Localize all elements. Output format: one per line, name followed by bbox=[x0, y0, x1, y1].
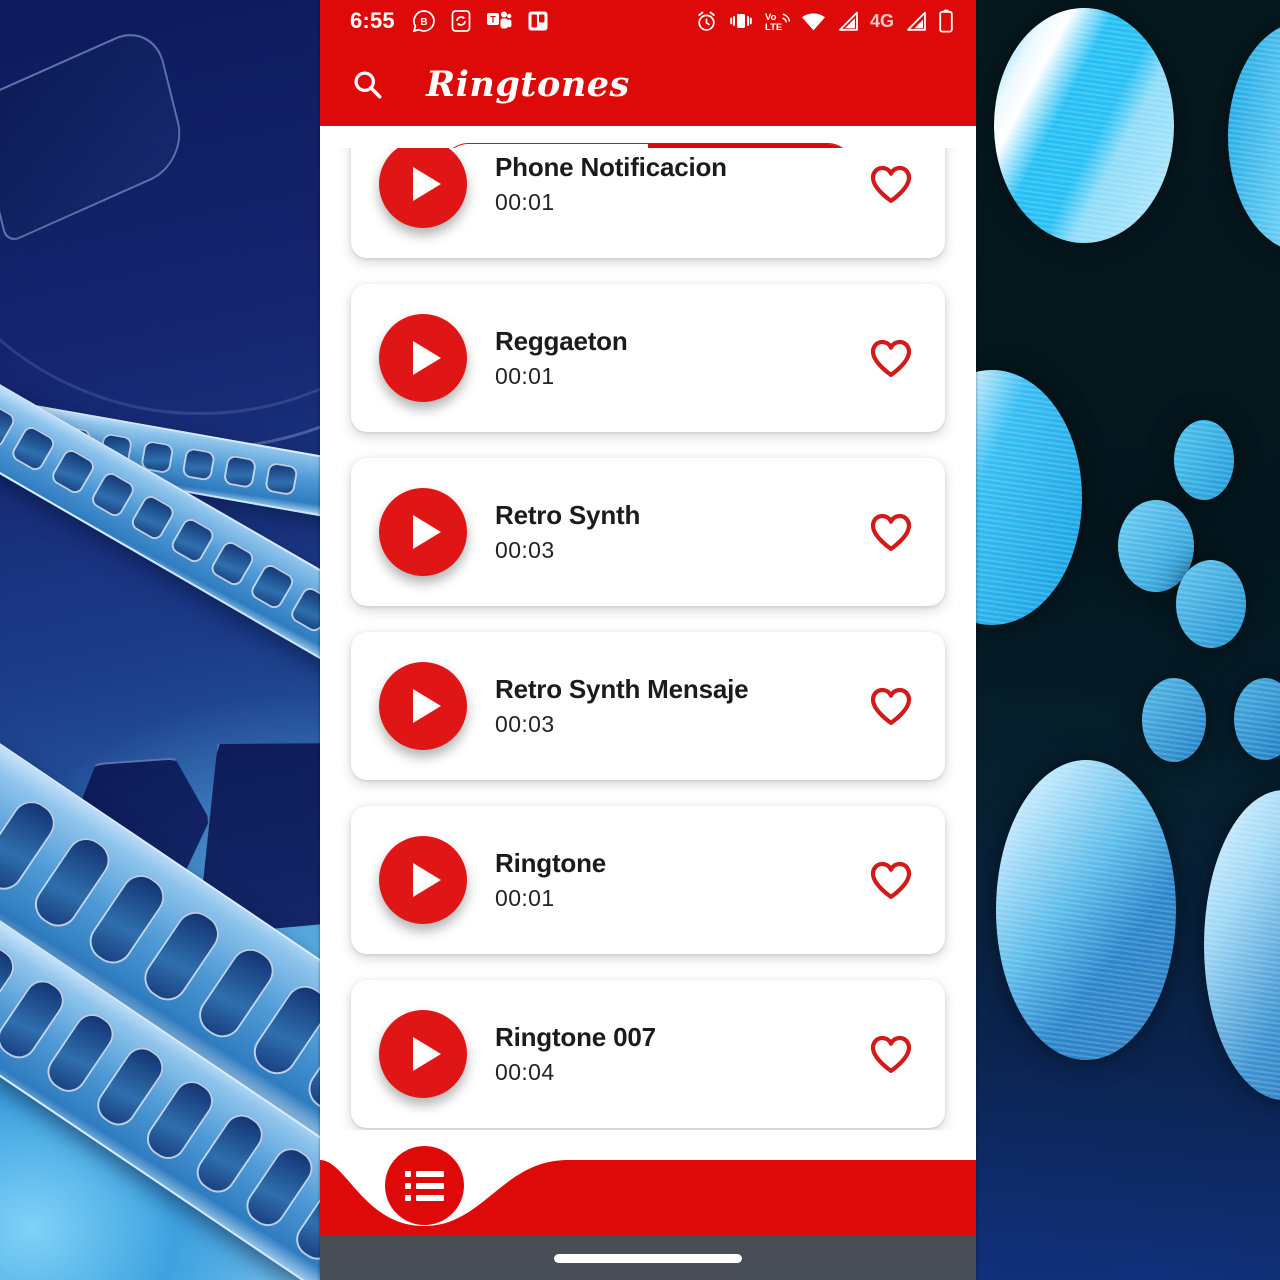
volte-icon: Vo LTE bbox=[765, 12, 790, 33]
wallpaper-ellipse bbox=[994, 8, 1174, 243]
ringtone-duration: 00:01 bbox=[495, 884, 555, 911]
play-button[interactable] bbox=[379, 148, 467, 228]
wallpaper-ellipse bbox=[1228, 22, 1280, 252]
ringtone-info: Reggaeton 00:01 bbox=[495, 326, 867, 390]
play-button[interactable] bbox=[379, 662, 467, 750]
wallpaper-ellipse bbox=[1234, 678, 1280, 760]
system-navigation-bar bbox=[320, 1236, 976, 1280]
alarm-icon bbox=[698, 11, 715, 31]
wallpaper-ellipse bbox=[1204, 790, 1280, 1100]
wallpaper-right bbox=[976, 0, 1280, 1280]
wallpaper-left bbox=[0, 0, 320, 1280]
svg-text:T: T bbox=[490, 14, 496, 24]
ringtone-card[interactable]: Retro Synth 00:03 bbox=[351, 458, 945, 606]
ringtone-card[interactable]: Retro Synth Mensaje 00:03 bbox=[351, 632, 945, 780]
ringtone-info: Phone Notificacion 00:01 bbox=[495, 152, 867, 216]
favorite-heart-icon[interactable] bbox=[867, 1032, 915, 1076]
status-bar-notification-icons: B T bbox=[412, 9, 550, 33]
list-icon bbox=[405, 1170, 444, 1201]
favorites-nav-icon[interactable] bbox=[320, 1130, 364, 1170]
favorite-heart-icon[interactable] bbox=[867, 684, 915, 728]
trello-icon bbox=[528, 11, 548, 31]
status-bar-clock: 6:55 bbox=[350, 8, 395, 33]
ringtone-duration: 00:03 bbox=[495, 710, 555, 737]
favorite-heart-icon[interactable] bbox=[867, 336, 915, 380]
wallpaper-ellipse bbox=[1142, 678, 1206, 762]
phone-screen: 6:55 B T Vo LTE 4G Ringtones Phone Notif… bbox=[320, 0, 976, 1280]
ringtone-title: Phone Notificacion bbox=[495, 152, 727, 183]
ringtone-duration: 00:04 bbox=[495, 1058, 555, 1085]
list-menu-fab[interactable] bbox=[385, 1146, 464, 1225]
ringtone-title: Retro Synth bbox=[495, 500, 641, 531]
wallpaper-ellipse bbox=[976, 370, 1082, 625]
ringtone-card[interactable]: Ringtone 00:01 bbox=[351, 806, 945, 954]
search-icon[interactable] bbox=[350, 67, 384, 101]
vibrate-icon bbox=[730, 14, 752, 28]
play-button[interactable] bbox=[379, 314, 467, 402]
wallpaper-ellipse bbox=[1176, 560, 1246, 648]
whatsapp-business-icon: B bbox=[412, 10, 435, 33]
wallpaper-ellipse bbox=[1174, 420, 1234, 500]
4g-icon: 4G bbox=[869, 10, 894, 31]
ringtone-duration: 00:01 bbox=[495, 188, 555, 215]
svg-text:LTE: LTE bbox=[765, 22, 782, 33]
phone-sync-icon bbox=[451, 10, 471, 32]
ringtone-title: Reggaeton bbox=[495, 326, 628, 357]
ringtone-duration: 00:01 bbox=[495, 362, 555, 389]
ringtone-title: Ringtone bbox=[495, 848, 607, 879]
ringtone-list[interactable]: Phone Notificacion 00:01 Reggaeton 00:01 Ret… bbox=[320, 148, 976, 1130]
home-indicator-pill[interactable] bbox=[554, 1253, 742, 1263]
status-bar: 6:55 B T Vo LTE 4G bbox=[320, 0, 976, 42]
play-button[interactable] bbox=[379, 1010, 467, 1098]
play-button[interactable] bbox=[379, 836, 467, 924]
svg-text:B: B bbox=[420, 17, 427, 28]
ringtone-info: Retro Synth Mensaje 00:03 bbox=[495, 674, 867, 738]
ringtone-card[interactable]: Phone Notificacion 00:01 bbox=[351, 148, 945, 258]
play-button[interactable] bbox=[379, 488, 467, 576]
signal-2-icon bbox=[907, 11, 926, 31]
page-title: Ringtones bbox=[426, 63, 630, 105]
wallpaper-ellipse bbox=[996, 760, 1176, 1060]
favorite-heart-icon[interactable] bbox=[867, 510, 915, 554]
status-bar-system-icons: Vo LTE 4G bbox=[695, 9, 954, 33]
ringtone-info: Ringtone 007 00:04 bbox=[495, 1022, 867, 1086]
ms-teams-icon: T bbox=[486, 11, 512, 29]
battery-icon bbox=[939, 9, 953, 33]
ringtone-title: Ringtone 007 bbox=[495, 1022, 656, 1053]
bottom-app-bar bbox=[320, 1130, 976, 1236]
ringtone-info: Retro Synth 00:03 bbox=[495, 500, 867, 564]
wifi-icon bbox=[801, 12, 825, 30]
ringtone-duration: 00:03 bbox=[495, 536, 555, 563]
signal-icon bbox=[839, 11, 858, 31]
favorite-heart-icon[interactable] bbox=[867, 162, 915, 206]
favorite-heart-icon[interactable] bbox=[867, 858, 915, 902]
ringtone-card[interactable]: Ringtone 007 00:04 bbox=[351, 980, 945, 1128]
ringtone-card[interactable]: Reggaeton 00:01 bbox=[351, 284, 945, 432]
app-bar: Ringtones bbox=[320, 42, 976, 126]
ringtone-title: Retro Synth Mensaje bbox=[495, 674, 749, 705]
ringtone-info: Ringtone 00:01 bbox=[495, 848, 867, 912]
